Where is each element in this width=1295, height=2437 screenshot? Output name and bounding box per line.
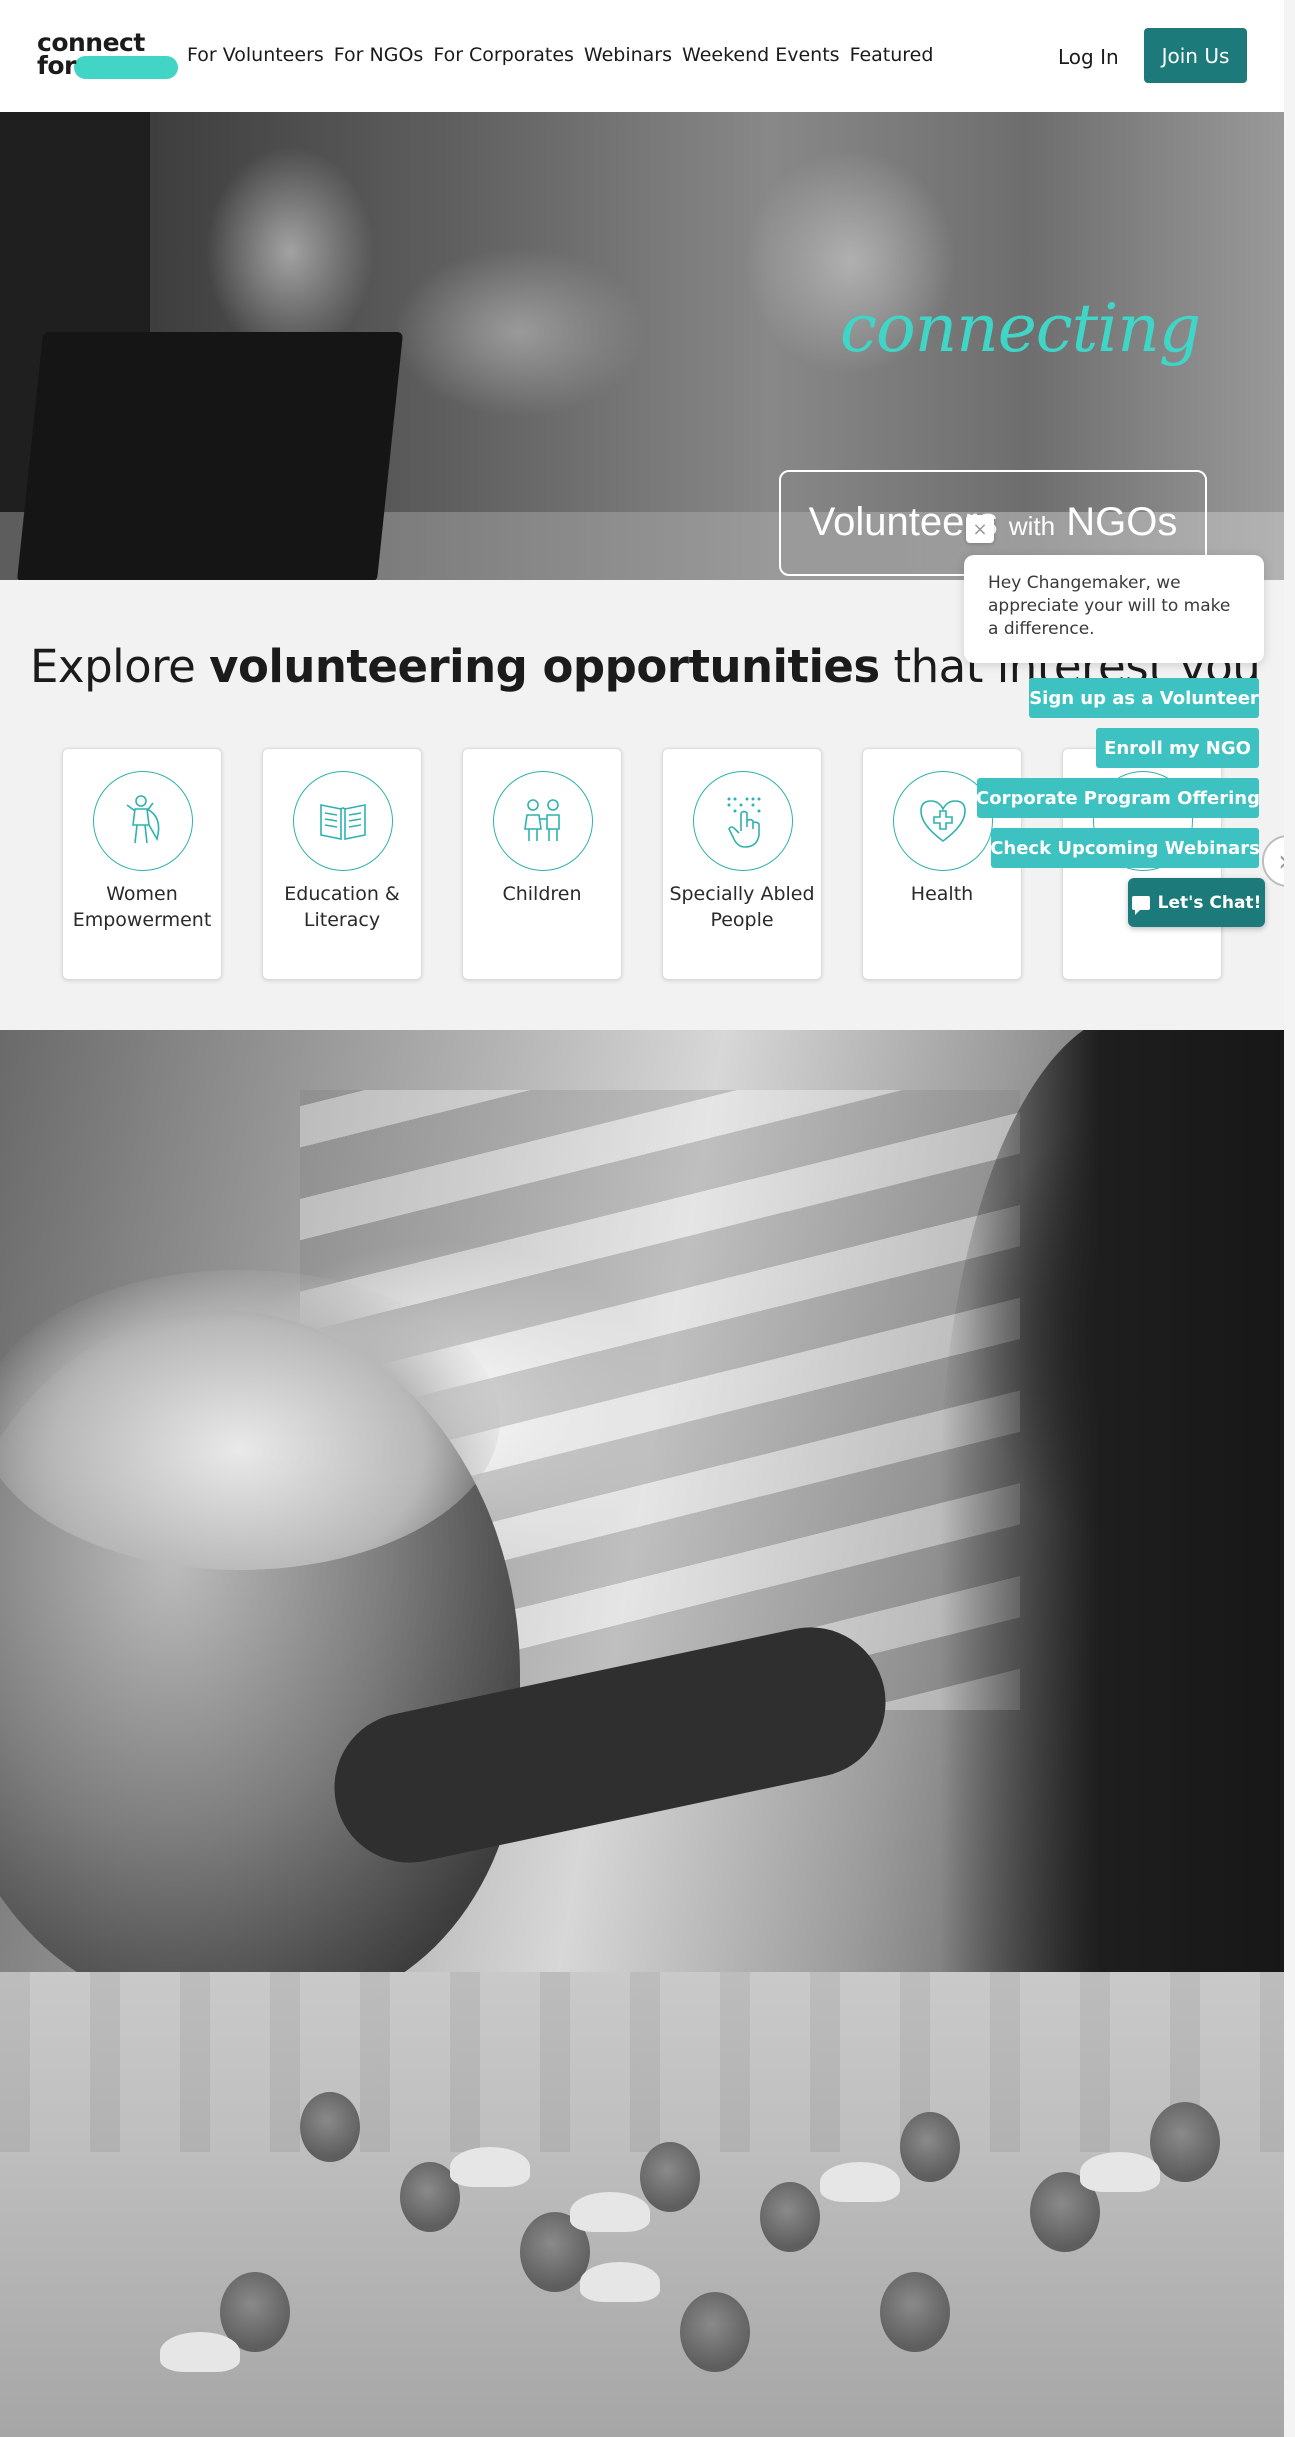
crowd-person <box>1150 2102 1220 2182</box>
cause-card-label: Children <box>502 883 582 905</box>
crowd-person <box>680 2292 750 2372</box>
main-nav: For Volunteers For NGOs For Corporates W… <box>187 44 933 66</box>
logo-pill-shape <box>74 56 178 79</box>
photo-elderly-hair <box>0 1270 500 1570</box>
nav-webinars[interactable]: Webinars <box>584 44 672 66</box>
elderly-care-photo <box>0 1030 1284 1972</box>
site-header: connect for For Volunteers For NGOs For … <box>0 0 1284 112</box>
crowd-cap <box>1080 2152 1160 2192</box>
lets-chat-button[interactable]: Let's Chat! <box>1128 878 1265 927</box>
photo-trees-background <box>0 1972 1284 2152</box>
explore-title-pre: Explore <box>30 640 210 693</box>
chat-bubble-icon <box>1131 895 1150 915</box>
children-icon <box>493 771 593 871</box>
explore-title-bold: volunteering opportunities <box>209 640 880 693</box>
cause-card-specially-abled[interactable]: Specially Abled People <box>662 748 822 980</box>
crowd-cap <box>580 2262 660 2302</box>
hero-tagline-end: NGOs <box>1066 500 1178 544</box>
chat-greeting-bubble: Hey Changemaker, we appreciate your will… <box>964 555 1264 663</box>
join-us-button[interactable]: Join Us <box>1144 28 1247 83</box>
chat-corporate-program-button[interactable]: Corporate Program Offering <box>976 778 1260 818</box>
nav-weekend-events[interactable]: Weekend Events <box>682 44 840 66</box>
nav-featured[interactable]: Featured <box>850 44 934 66</box>
crowd-person <box>760 2182 820 2252</box>
cause-card-education-literacy[interactable]: Education & Literacy <box>262 748 422 980</box>
braille-hand-icon <box>693 771 793 871</box>
crowd-cap <box>160 2332 240 2372</box>
logo-text-line2: for <box>37 51 76 80</box>
cause-card-children[interactable]: Children <box>462 748 622 980</box>
open-book-icon <box>293 771 393 871</box>
crowd-cap <box>820 2162 900 2202</box>
cause-card-label: Health <box>910 883 974 905</box>
hero-banner-image: connecting Volunteers with NGOs <box>0 112 1284 580</box>
cause-card-label: Education & Literacy <box>284 883 400 931</box>
nav-for-ngos[interactable]: For NGOs <box>334 44 424 66</box>
chat-signup-volunteer-button[interactable]: Sign up as a Volunteer <box>1029 678 1259 718</box>
volunteer-group-photo <box>0 1972 1284 2437</box>
lets-chat-label: Let's Chat! <box>1157 892 1262 913</box>
chat-upcoming-webinars-button[interactable]: Check Upcoming Webinars <box>990 828 1260 868</box>
chat-close-button[interactable]: × <box>966 515 994 543</box>
connectfor-logo[interactable]: connect for <box>37 28 178 84</box>
crowd-cap <box>570 2192 650 2232</box>
crowd-person <box>900 2112 960 2182</box>
woman-superhero-icon <box>93 771 193 871</box>
photo-caregiver-silhouette <box>940 1030 1284 1972</box>
cause-card-label: Specially Abled People <box>669 883 815 931</box>
chat-enroll-ngo-button[interactable]: Enroll my NGO <box>1096 728 1259 768</box>
hero-laptop <box>16 332 404 580</box>
crowd-person <box>300 2092 360 2162</box>
page-scrollbar[interactable] <box>1284 0 1295 2437</box>
nav-for-volunteers[interactable]: For Volunteers <box>187 44 324 66</box>
cause-card-label: Women Empowerment <box>72 883 212 931</box>
login-link[interactable]: Log In <box>1058 45 1119 69</box>
crowd-person <box>880 2272 950 2352</box>
crowd-person <box>640 2142 700 2212</box>
hero-tagline-script: connecting <box>840 290 1201 367</box>
hero-tagline-small: with <box>1008 511 1056 541</box>
page: connect for For Volunteers For NGOs For … <box>0 0 1284 2437</box>
nav-for-corporates[interactable]: For Corporates <box>433 44 574 66</box>
cause-card-women-empowerment[interactable]: Women Empowerment <box>62 748 222 980</box>
crowd-cap <box>450 2147 530 2187</box>
